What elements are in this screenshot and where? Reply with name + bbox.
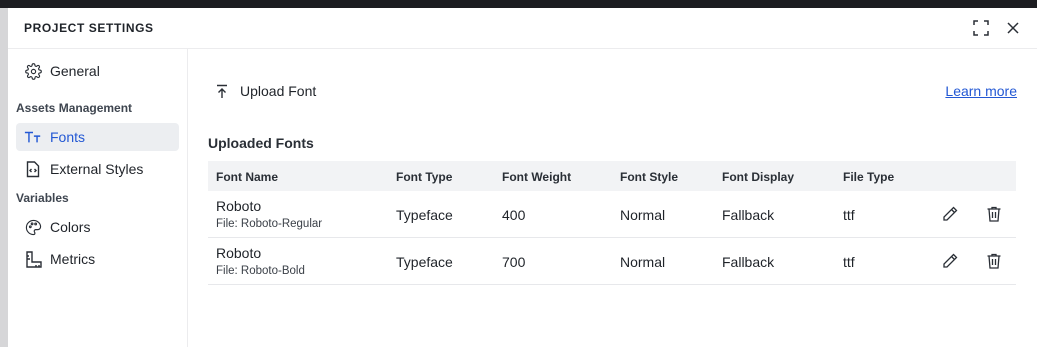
sidebar-item-label: Fonts [50,129,86,145]
fonts-content: Upload Font Learn more Uploaded Fonts Fo… [188,49,1037,347]
backdrop-edge [0,8,8,347]
column-header-font-type: Font Type [396,170,453,184]
trash-icon[interactable] [985,252,1003,270]
column-header-font-name: Font Name [216,170,279,184]
table-row: Roboto File: Roboto-Bold Typeface 700 No… [208,238,1016,285]
file-type: ttf [843,254,855,270]
font-name: Roboto [216,198,262,214]
font-style: Normal [620,207,666,223]
sidebar-item-external-styles[interactable]: External Styles [16,155,179,183]
sidebar-item-label: Metrics [50,251,96,267]
gear-icon [24,62,42,80]
sidebar-item-colors[interactable]: Colors [16,213,179,241]
column-header-file-type: File Type [843,170,895,184]
palette-icon [24,218,42,236]
fonts-table: Font Name Font Type Font Weight Font Sty… [208,161,1016,285]
upload-font-button[interactable]: Upload Font [216,80,316,102]
sidebar-item-label: General [50,63,100,79]
project-settings-modal: PROJECT SETTINGS General Assets Manageme… [8,8,1037,347]
font-weight: 700 [502,254,526,270]
font-icon [24,128,42,146]
expand-icon[interactable] [972,19,990,37]
window-top-bar [0,0,1037,8]
upload-font-label: Upload Font [240,83,317,99]
group-assets-management: Assets Management [16,101,133,115]
column-header-font-style: Font Style [620,170,679,184]
table-row: Roboto File: Roboto-Regular Typeface 400… [208,191,1016,238]
ruler-icon [24,250,42,268]
font-weight: 400 [502,207,526,223]
font-type: Typeface [396,207,453,223]
font-display: Fallback [722,254,775,270]
section-title: Uploaded Fonts [208,135,314,151]
file-code-icon [24,160,42,178]
file-type: ttf [843,207,855,223]
column-header-font-display: Font Display [722,170,795,184]
column-header-font-weight: Font Weight [502,170,572,184]
settings-sidebar: General Assets Management Fonts External… [8,49,188,347]
upload-icon [216,83,230,99]
sidebar-item-metrics[interactable]: Metrics [16,245,179,273]
font-name: Roboto [216,245,262,261]
learn-more-link[interactable]: Learn more [945,83,1017,99]
font-display: Fallback [722,207,775,223]
group-variables: Variables [16,191,69,205]
edit-icon[interactable] [941,205,959,223]
sidebar-item-fonts[interactable]: Fonts [16,123,179,151]
font-style: Normal [620,254,666,270]
trash-icon[interactable] [985,205,1003,223]
sidebar-item-label: External Styles [50,161,144,177]
font-type: Typeface [396,254,453,270]
sidebar-item-general[interactable]: General [16,57,179,85]
modal-title: PROJECT SETTINGS [24,21,154,35]
font-file: File: Roboto-Bold [216,265,305,277]
table-header: Font Name Font Type Font Weight Font Sty… [208,161,1016,191]
sidebar-item-label: Colors [50,219,91,235]
edit-icon[interactable] [941,252,959,270]
font-file: File: Roboto-Regular [216,218,323,230]
modal-header: PROJECT SETTINGS [8,8,1037,49]
close-icon[interactable] [1004,19,1022,37]
